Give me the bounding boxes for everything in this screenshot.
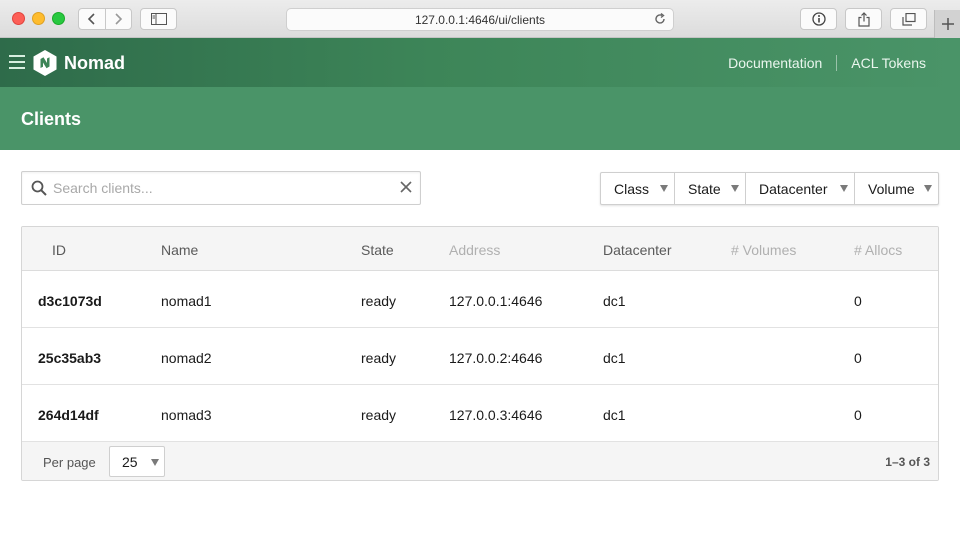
column-header-datacenter[interactable]: Datacenter [603,242,671,258]
per-page-value: 25 [122,454,138,470]
sidebar-toggle-button[interactable] [140,8,177,30]
caret-down-icon [924,185,932,192]
global-header: Nomad Documentation ACL Tokens [0,38,960,87]
table-footer: Per page 25 1–3 of 3 [22,442,938,480]
acl-tokens-link[interactable]: ACL Tokens [851,55,926,71]
datacenter-filter-label: Datacenter [759,180,828,197]
history-nav [78,8,132,30]
header-links: Documentation ACL Tokens [728,55,926,71]
client-name: nomad2 [161,350,212,366]
client-name: nomad1 [161,293,212,309]
client-address: 127.0.0.1:4646 [449,293,543,309]
minimize-window-button[interactable] [32,12,45,25]
per-page-label: Per page [43,455,96,470]
volume-filter[interactable]: Volume [854,173,938,204]
search-input[interactable] [53,172,393,204]
hamburger-menu-icon[interactable] [9,55,25,71]
facet-filters: Class State Datacenter Volume [600,172,939,205]
chevron-left-icon [87,13,95,25]
per-page-select[interactable]: 25 [109,446,165,477]
info-icon [811,12,826,26]
table-row[interactable]: d3c1073d nomad1 ready 127.0.0.1:4646 dc1… [22,271,938,328]
client-id[interactable]: 25c35ab3 [38,350,101,366]
client-allocs: 0 [854,293,862,309]
info-button[interactable] [800,8,837,30]
column-header-state[interactable]: State [361,242,394,258]
column-header-volumes: # Volumes [731,242,797,258]
brand-name[interactable]: Nomad [64,53,125,74]
url-text: 127.0.0.1:4646/ui/clients [414,12,546,27]
column-header-name[interactable]: Name [161,242,198,258]
client-allocs: 0 [854,407,862,423]
caret-down-icon [840,185,848,192]
new-tab-button[interactable] [934,10,960,38]
caret-down-icon [731,185,739,192]
client-address: 127.0.0.3:4646 [449,407,543,423]
share-button[interactable] [845,8,882,30]
column-header-allocs: # Allocs [854,242,903,258]
address-bar[interactable]: 127.0.0.1:4646/ui/clients [286,8,674,31]
browser-toolbar: 127.0.0.1:4646/ui/clients [0,0,960,38]
client-state: ready [361,293,397,309]
plus-icon [941,18,954,30]
search-box [21,171,421,205]
state-filter[interactable]: State [674,173,745,204]
sidebar-icon [150,13,167,25]
table-row[interactable]: 25c35ab3 nomad2 ready 127.0.0.2:4646 dc1… [22,328,938,385]
state-filter-label: State [688,180,721,197]
tabs-icon [901,12,916,26]
datacenter-filter[interactable]: Datacenter [745,173,854,204]
client-name: nomad3 [161,407,212,423]
table-header: ID Name State Address Datacenter # Volum… [22,227,938,271]
client-id[interactable]: d3c1073d [38,293,102,309]
client-address: 127.0.0.2:4646 [449,350,543,366]
tabs-overview-button[interactable] [890,8,927,30]
pagination-info: 1–3 of 3 [885,455,930,469]
column-header-address: Address [449,242,501,258]
client-id[interactable]: 264d14df [38,407,99,423]
nomad-logo-icon[interactable] [33,50,57,76]
volume-filter-label: Volume [868,180,915,197]
zoom-window-button[interactable] [52,12,65,25]
caret-down-icon [151,459,159,466]
forward-button[interactable] [104,9,132,29]
table-row[interactable]: 264d14df nomad3 ready 127.0.0.3:4646 dc1… [22,385,938,442]
search-icon [31,180,47,196]
client-datacenter: dc1 [603,407,626,423]
clear-search-icon[interactable] [400,181,412,193]
share-icon [857,11,870,27]
client-state: ready [361,350,397,366]
documentation-link[interactable]: Documentation [728,55,822,71]
page-header: Clients [0,87,960,150]
back-button[interactable] [79,9,105,29]
class-filter[interactable]: Class [601,173,674,204]
header-divider [836,55,838,71]
reload-icon[interactable] [653,12,667,26]
client-datacenter: dc1 [603,350,626,366]
close-window-button[interactable] [12,12,25,25]
page-title: Clients [21,109,82,129]
client-state: ready [361,407,397,423]
class-filter-label: Class [614,180,650,197]
chevron-right-icon [115,13,123,25]
client-allocs: 0 [854,350,862,366]
column-header-id[interactable]: ID [52,242,66,258]
clients-table: ID Name State Address Datacenter # Volum… [21,226,939,481]
caret-down-icon [660,185,668,192]
client-datacenter: dc1 [603,293,626,309]
